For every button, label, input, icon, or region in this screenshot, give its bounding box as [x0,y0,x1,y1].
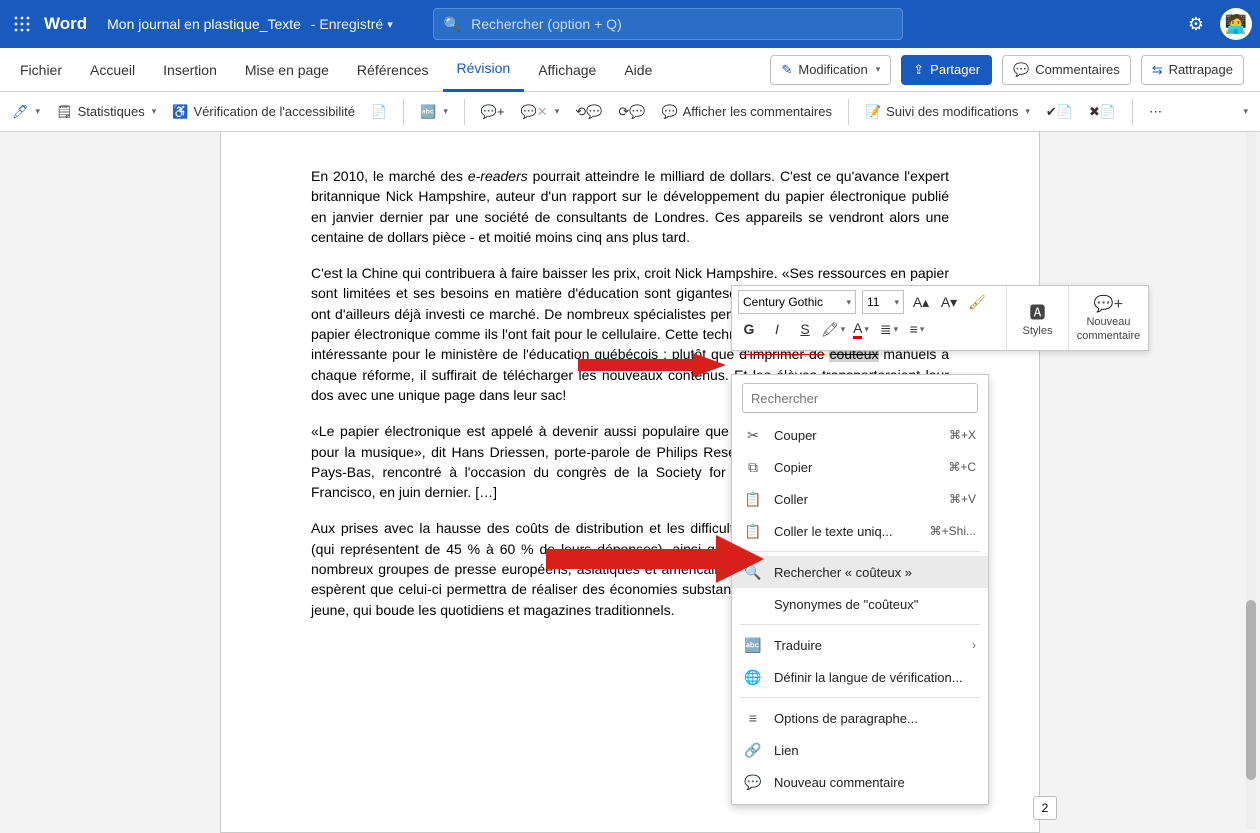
tab-mise-en-page[interactable]: Mise en page [231,48,343,92]
context-search[interactable] [742,383,978,413]
styles-button[interactable]: 🅰 Styles [1006,286,1068,350]
shrink-font-icon[interactable]: A▾ [938,291,960,313]
share-button[interactable]: ⇪ Partager [901,55,992,85]
paste-text-icon: 📋 [744,523,762,540]
tab-revision[interactable]: Révision [443,48,525,92]
app-name: Word [44,14,87,34]
catchup-button[interactable]: ⇆ Rattrapage [1141,55,1244,85]
catchup-icon: ⇆ [1152,62,1163,78]
comments-button[interactable]: 💬 Commentaires [1002,55,1131,85]
underline-icon[interactable]: S [794,318,816,340]
menu-paste-special[interactable]: 📋 Coller le texte uniq... ⌘+Shi... [732,515,988,547]
menu-translate[interactable]: 🔤 Traduire › [732,629,988,661]
reject-button[interactable]: ✖📄 [1083,100,1122,124]
menu-new-comment[interactable]: 💬 Nouveau commentaire [732,766,988,798]
bold-icon[interactable]: G [738,318,760,340]
cut-icon: ✂ [744,427,762,444]
menu-copy[interactable]: ⧉ Copier ⌘+C [732,451,988,483]
delete-comment-button[interactable]: 💬✕▾ [515,100,566,124]
font-size-select[interactable]: 11▾ [862,290,904,314]
grow-font-icon[interactable]: A▴ [910,291,932,313]
user-avatar[interactable]: 🧑‍💻 [1220,8,1252,40]
app-launcher-icon[interactable] [8,10,36,38]
menu-define-language[interactable]: 🌐 Définir la langue de vérification... [732,661,988,693]
pen-icon: ✎ [781,62,792,78]
font-color-icon[interactable]: A▾ [850,318,872,340]
numbering-icon[interactable]: ≡▾ [906,318,928,340]
copy-icon: ⧉ [744,459,762,476]
translate-icon: 🔤 [744,637,762,654]
next-comment-button[interactable]: ⟳💬 [612,100,651,124]
translate-button[interactable]: 🔤▾ [414,100,454,124]
more-button[interactable]: ⋯ [1143,100,1168,124]
editor-button[interactable]: 🖊▾ [6,100,46,124]
menu-link[interactable]: 🔗 Lien [732,734,988,766]
read-aloud-button[interactable]: 📄 [365,100,393,124]
accept-button[interactable]: ✔📄 [1040,100,1079,124]
settings-icon[interactable]: ⚙ [1188,14,1204,35]
comment-icon: 💬+ [1094,294,1123,314]
tab-fichier[interactable]: Fichier [6,48,76,92]
paragraph[interactable]: En 2010, le marché des e-readers pourrai… [311,166,949,247]
document-title[interactable]: Mon journal en plastique_Texte [107,16,301,32]
document-canvas: En 2010, le marché des e-readers pourrai… [0,132,1260,833]
search-input[interactable] [471,16,892,32]
italic-icon[interactable]: I [766,318,788,340]
new-comment-button[interactable]: 💬+ Nouveau commentaire [1068,286,1148,350]
ribbon-toolbar: 🖊▾ 🗒Statistiques▾ ♿Vérification de l'acc… [0,92,1260,132]
comment-icon: 💬 [744,774,762,791]
tab-affichage[interactable]: Affichage [524,48,610,92]
styles-icon: 🅰 [1029,299,1045,323]
comment-icon: 💬 [1013,62,1029,78]
tab-accueil[interactable]: Accueil [76,48,149,92]
chevron-right-icon: › [972,638,976,652]
scrollbar-thumb[interactable] [1246,600,1256,780]
tab-aide[interactable]: Aide [610,48,666,92]
menu-paste[interactable]: 📋 Coller ⌘+V [732,483,988,515]
bullets-icon[interactable]: ≣▾ [878,318,900,340]
chevron-down-icon: ▾ [876,64,881,75]
title-bar: Word Mon journal en plastique_Texte - En… [0,0,1260,48]
new-comment-button[interactable]: 💬+ [475,100,511,124]
track-changes-button[interactable]: 📝Suivi des modifications▾ [859,100,1036,124]
search-icon: 🔍 [444,16,461,33]
save-status: - Enregistré [307,16,383,32]
editing-mode-button[interactable]: ✎ Modification ▾ [770,55,891,85]
search-icon: 🔍 [744,564,762,581]
highlight-icon[interactable]: 🖍▾ [822,318,844,340]
menu-paragraph-options[interactable]: ≡ Options de paragraphe... [732,702,988,734]
chevron-down-icon[interactable]: ▾ [387,18,393,31]
paragraph-icon: ≡ [744,710,762,726]
menu-cut[interactable]: ✂ Couper ⌘+X [732,419,988,451]
font-name-select[interactable]: Century Gothic▾ [738,290,856,314]
context-search-input[interactable] [742,383,978,413]
statistics-button[interactable]: 🗒Statistiques▾ [50,100,162,124]
page-number: 2 [1033,796,1057,820]
ribbon-tabs: Fichier Accueil Insertion Mise en page R… [0,48,1260,92]
link-icon: 🔗 [744,742,762,759]
paste-icon: 📋 [744,491,762,508]
show-comments-button[interactable]: 💬Afficher les commentaires [655,100,838,124]
prev-comment-button[interactable]: ⟲💬 [569,100,608,124]
mini-toolbar: Century Gothic▾ 11▾ A▴ A▾ 🖌 G I S 🖍▾ A▾ … [731,285,1149,351]
menu-synonyms[interactable]: Synonymes de "coûteux" [732,588,988,620]
globe-icon: 🌐 [744,669,762,686]
search-box[interactable]: 🔍 [433,8,903,40]
menu-search-word[interactable]: 🔍 Rechercher « coûteux » [732,556,988,588]
format-painter-icon[interactable]: 🖌 [966,291,988,313]
share-icon: ⇪ [913,62,924,78]
collapse-ribbon-button[interactable]: ▾ [1235,102,1254,121]
tab-insertion[interactable]: Insertion [149,48,231,92]
accessibility-button[interactable]: ♿Vérification de l'accessibilité [166,100,361,124]
tab-references[interactable]: Références [343,48,443,92]
context-menu: ✂ Couper ⌘+X ⧉ Copier ⌘+C 📋 Coller ⌘+V 📋… [731,374,989,805]
